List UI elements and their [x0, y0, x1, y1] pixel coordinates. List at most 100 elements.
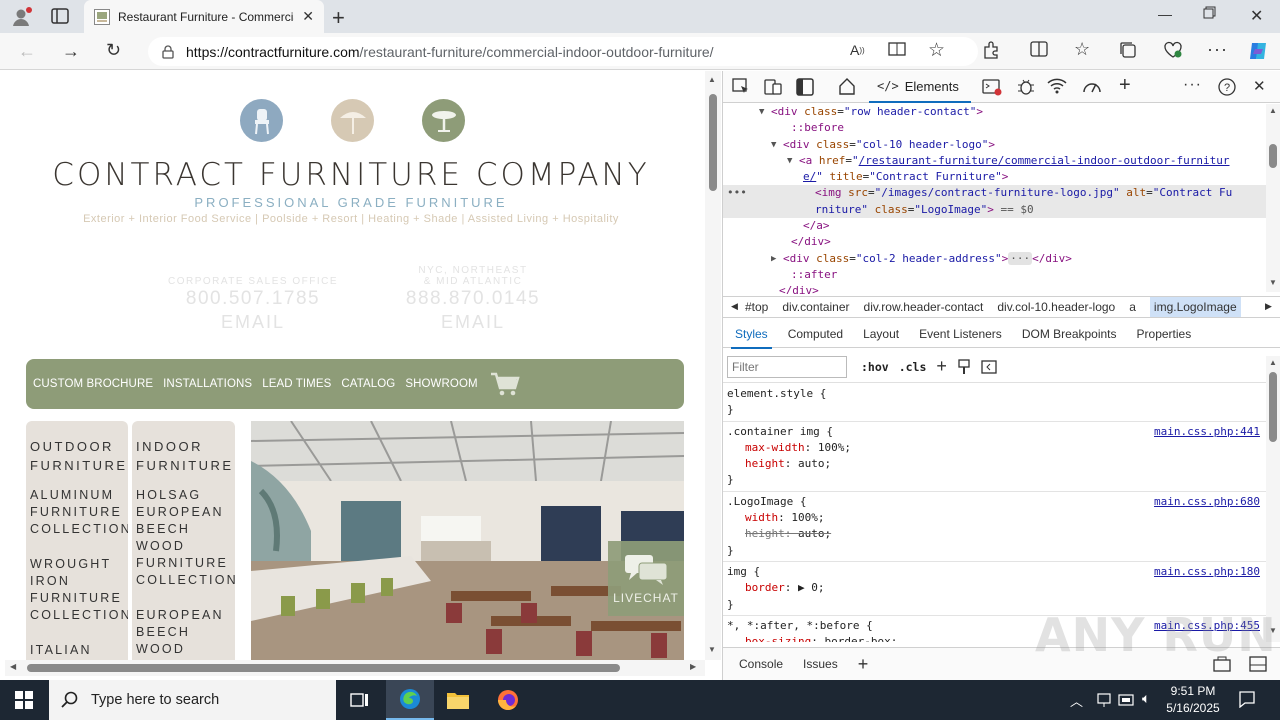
nav-showroom[interactable]: SHOWROOM: [405, 378, 477, 390]
new-style-rule-icon[interactable]: +: [936, 356, 947, 377]
favorites-icon[interactable]: ☆: [1074, 39, 1090, 60]
tab-restaurant-furniture[interactable]: Restaurant Furniture - Commercial Indoor…: [84, 0, 324, 33]
nav-custom-brochure[interactable]: CUSTOM BROCHURE: [33, 378, 153, 390]
windows-start-icon[interactable]: [0, 680, 48, 720]
dock-side-icon[interactable]: [796, 78, 814, 96]
corporate-phone[interactable]: 800.507.1785: [145, 288, 361, 310]
toggle-sidebar-icon[interactable]: [981, 359, 997, 374]
livechat-button[interactable]: LIVECHAT: [608, 541, 684, 616]
subtab-styles[interactable]: Styles: [731, 327, 772, 349]
notifications-icon[interactable]: [1238, 690, 1256, 708]
italian-link[interactable]: ITALIAN: [30, 642, 124, 659]
breadcrumb-item[interactable]: #top: [745, 300, 768, 314]
nav-lead-times[interactable]: LEAD TIMES: [262, 378, 331, 390]
back-icon[interactable]: ←: [18, 41, 36, 62]
breadcrumb-item[interactable]: div.container: [782, 300, 849, 314]
css-property[interactable]: max-width: 100%;: [727, 440, 1264, 456]
drawer-tab-console[interactable]: Console: [739, 657, 783, 671]
read-aloud-icon[interactable]: A)): [850, 42, 865, 58]
page-vertical-scrollbar[interactable]: ▲ ▼: [705, 71, 721, 660]
volume-icon[interactable]: 🔈︎: [1142, 690, 1150, 707]
dom-node-line[interactable]: rniture" class="LogoImage"> == $0: [723, 201, 1268, 219]
minimize-icon[interactable]: —: [1158, 6, 1172, 22]
ethernet-icon[interactable]: [1118, 692, 1136, 708]
console-tab-icon[interactable]: [982, 78, 1002, 96]
breadcrumb-item[interactable]: img.LogoImage: [1149, 297, 1241, 317]
nav-catalog[interactable]: CATALOG: [341, 378, 395, 390]
dom-node-line[interactable]: </a>: [723, 218, 1268, 234]
device-emulation-icon[interactable]: [764, 78, 782, 96]
scroll-up-icon[interactable]: ▲: [708, 75, 716, 84]
styles-filter-input[interactable]: [727, 355, 847, 378]
dom-tree[interactable]: ▼ <div class="row header-contact">::befor…: [723, 104, 1268, 294]
refresh-icon[interactable]: ↻: [106, 40, 121, 61]
more-options-icon[interactable]: ···: [1207, 39, 1228, 60]
tab-elements[interactable]: </> Elements: [869, 71, 971, 103]
scroll-down-icon[interactable]: ▼: [1269, 278, 1277, 287]
subtab-layout[interactable]: Layout: [863, 327, 899, 341]
subtab-event-listeners[interactable]: Event Listeners: [919, 327, 1002, 341]
page-horizontal-scrollbar[interactable]: ◀ ▶: [5, 660, 705, 676]
indoor-heading[interactable]: INDOOR FURNITURE: [136, 437, 231, 475]
css-property[interactable]: height: auto;: [727, 456, 1264, 472]
copilot-icon[interactable]: [1246, 39, 1270, 63]
debugger-bug-icon[interactable]: [1017, 77, 1035, 97]
page-horizontal-scroll-thumb[interactable]: [27, 664, 620, 672]
outdoor-heading[interactable]: OUTDOOR FURNITURE: [30, 437, 125, 475]
breadcrumb-item[interactable]: div.row.header-contact: [864, 300, 984, 314]
css-property[interactable]: width: 100%;: [727, 510, 1264, 526]
aluminum-collections-link[interactable]: ALUMINUM FURNITURE COLLECTIONS: [30, 487, 128, 538]
close-window-icon[interactable]: ✕: [1250, 6, 1263, 26]
network-wifi-icon[interactable]: [1047, 78, 1067, 94]
dom-node-line[interactable]: ▼ <div class="row header-contact">: [723, 104, 1268, 120]
dom-node-line[interactable]: ▼ <div class="col-10 header-logo">: [723, 137, 1268, 153]
tab-actions-icon[interactable]: [51, 8, 69, 24]
breadcrumb-item[interactable]: div.col-10.header-logo: [997, 300, 1115, 314]
breadcrumb-right-icon[interactable]: ▶: [1265, 301, 1272, 312]
cart-icon[interactable]: [490, 372, 520, 396]
dom-tree-scrollbar[interactable]: ▲ ▼: [1266, 104, 1280, 292]
new-tab-icon[interactable]: +: [332, 5, 345, 31]
css-rule[interactable]: .container img {main.css.php:441 max-widt…: [723, 422, 1268, 492]
scroll-left-icon[interactable]: ◀: [10, 662, 16, 671]
dom-node-line[interactable]: ::before: [723, 120, 1268, 136]
subtab-computed[interactable]: Computed: [788, 327, 843, 341]
close-tab-icon[interactable]: ✕: [302, 8, 314, 25]
task-view-icon[interactable]: [336, 680, 384, 720]
holsag-collection-link[interactable]: HOLSAG EUROPEAN BEECH WOOD FURNITURE COL…: [136, 487, 235, 589]
network-status-icon[interactable]: [1096, 692, 1112, 708]
taskbar-clock[interactable]: 9:51 PM 5/16/2025: [1163, 683, 1223, 717]
class-toggle-button[interactable]: .cls: [899, 360, 927, 374]
drawer-tab-issues[interactable]: Issues: [803, 657, 838, 671]
css-source-link[interactable]: main.css.php:680: [1154, 494, 1260, 510]
performance-icon[interactable]: [1082, 78, 1102, 94]
european-beech-wood-link[interactable]: EUROPEAN BEECH WOOD: [136, 607, 231, 658]
hover-state-button[interactable]: :hov: [861, 360, 889, 374]
css-property[interactable]: border: ▶ 0;: [727, 580, 1264, 596]
edge-taskbar-icon[interactable]: [386, 680, 434, 720]
styles-scrollbar[interactable]: ▲ ▼: [1266, 356, 1280, 642]
breadcrumb-item[interactable]: a: [1129, 300, 1136, 314]
restore-icon[interactable]: [1203, 6, 1216, 19]
lock-icon[interactable]: [162, 44, 174, 59]
subtab-properties[interactable]: Properties: [1137, 327, 1192, 341]
css-source-link[interactable]: main.css.php:180: [1154, 564, 1260, 580]
dom-tree-scroll-thumb[interactable]: [1269, 144, 1277, 168]
scroll-up-icon[interactable]: ▲: [1269, 106, 1277, 115]
dom-node-line[interactable]: </div>: [723, 234, 1268, 250]
show-hidden-icons-icon[interactable]: ︿: [1070, 691, 1083, 710]
taskbar-search-box[interactable]: Type here to search: [49, 680, 336, 720]
drawer-add-tab-icon[interactable]: +: [858, 654, 869, 675]
help-icon[interactable]: ?: [1217, 77, 1237, 97]
dom-node-line[interactable]: ▶ <div class="col-2 header-address"> ··· </…: [723, 251, 1268, 267]
devtools-menu-icon[interactable]: ···: [1183, 76, 1202, 94]
browser-essentials-icon[interactable]: [1163, 41, 1183, 59]
scroll-right-icon[interactable]: ▶: [690, 662, 696, 671]
nyc-email-link[interactable]: EMAIL: [383, 312, 563, 333]
file-explorer-icon[interactable]: [434, 680, 482, 720]
forward-icon[interactable]: →: [62, 41, 80, 62]
dom-node-line[interactable]: ▼ <a href="/restaurant-furniture/commerci…: [723, 153, 1268, 169]
collections-icon[interactable]: [1119, 41, 1137, 59]
css-property[interactable]: height: auto;: [727, 526, 1264, 542]
inspect-element-icon[interactable]: [732, 78, 750, 96]
